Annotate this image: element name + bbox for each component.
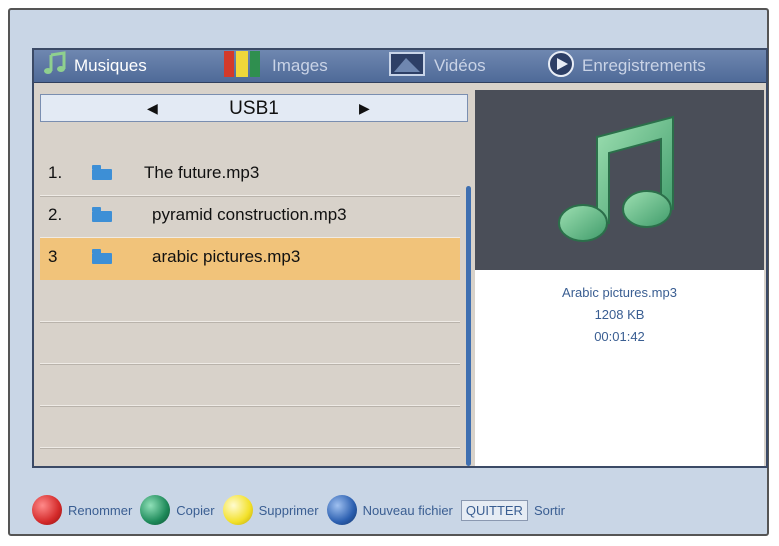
blue-button-icon [326, 495, 357, 525]
action-bar: Renommer Copier Supprimer Nouveau fichie… [32, 490, 772, 530]
tab-videos[interactable]: Vidéos [386, 50, 486, 82]
right-arrow-icon[interactable]: ▶ [359, 100, 370, 117]
video-icon [386, 50, 428, 83]
quit-label: Sortir [533, 502, 566, 518]
tv-menu-frame: Musiques Images Vidéos Enregistrements ◀… [8, 8, 769, 536]
list-item[interactable]: 1. The future.mp3 [40, 154, 460, 196]
empty-row [40, 322, 460, 364]
folder-icon [92, 249, 112, 264]
rename-button[interactable]: Renommer [32, 495, 132, 525]
delete-label: Supprimer [258, 502, 319, 518]
tab-label: Images [272, 56, 328, 75]
delete-button[interactable]: Supprimer [222, 495, 319, 525]
copy-label: Copier [176, 502, 215, 518]
list-item[interactable]: 2. pyramid construction.mp3 [40, 196, 460, 238]
item-index: 1. [48, 163, 63, 182]
folder-icon [92, 207, 112, 222]
row-divider [40, 447, 460, 448]
list-item-selected[interactable]: 3 arabic pictures.mp3 [40, 238, 460, 280]
tab-label: Enregistrements [582, 56, 706, 75]
item-name: arabic pictures.mp3 [152, 247, 301, 266]
folder-icon [92, 165, 112, 180]
info-duration: 00:01:42 [594, 329, 645, 344]
tab-label: Vidéos [434, 56, 486, 75]
empty-row [40, 280, 460, 322]
drive-selector[interactable]: ◀ USB1 ▶ [40, 94, 468, 122]
item-index: 2. [48, 205, 63, 224]
info-filename: Arabic pictures.mp3 [562, 285, 677, 300]
info-size: 1208 KB [594, 307, 645, 322]
file-list: 1. The future.mp3 2. pyramid constructio… [40, 154, 460, 448]
tab-musiques[interactable]: Musiques [42, 50, 147, 82]
music-note-icon [545, 103, 695, 258]
drive-name: USB1 [229, 98, 279, 119]
palette-icon [222, 49, 266, 84]
scrollbar[interactable] [466, 186, 471, 466]
media-tabs: Musiques Images Vidéos Enregistrements [34, 50, 766, 83]
record-icon [546, 49, 576, 84]
tab-enregistrements[interactable]: Enregistrements [546, 50, 706, 82]
item-index: 3 [48, 247, 58, 266]
preview-pane [475, 90, 764, 270]
tab-label: Musiques [74, 56, 147, 75]
file-info: Arabic pictures.mp3 1208 KB 00:01:42 [475, 270, 764, 466]
item-name: pyramid construction.mp3 [152, 205, 347, 224]
media-browser: Musiques Images Vidéos Enregistrements ◀… [32, 48, 768, 468]
rename-label: Renommer [68, 502, 133, 518]
new-file-button[interactable]: Nouveau fichier [326, 495, 453, 525]
tab-images[interactable]: Images [222, 50, 328, 82]
music-note-icon [42, 50, 68, 82]
new-file-label: Nouveau fichier [362, 502, 453, 518]
empty-row [40, 364, 460, 406]
empty-row [40, 406, 460, 448]
yellow-button-icon [222, 495, 253, 525]
copy-button[interactable]: Copier [140, 495, 215, 525]
quit-key[interactable]: QUITTER [460, 499, 528, 521]
item-name: The future.mp3 [144, 163, 260, 182]
red-button-icon [32, 495, 62, 525]
green-button-icon [140, 495, 171, 525]
